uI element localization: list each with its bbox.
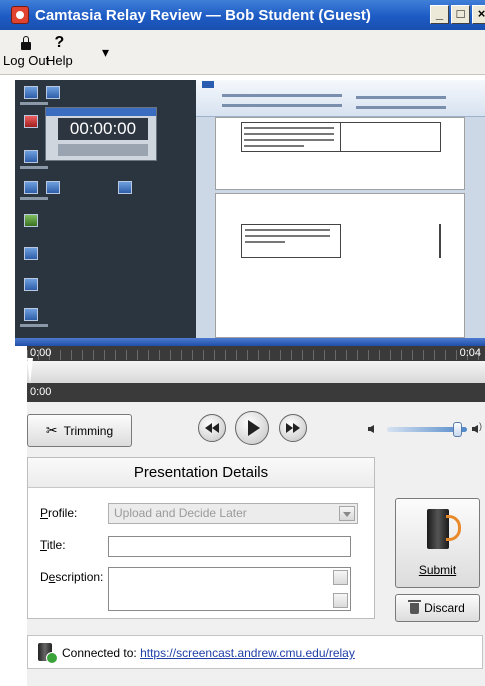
- document-page: [215, 193, 465, 338]
- trimming-label: Trimming: [63, 423, 114, 438]
- discard-label: Discard: [424, 601, 465, 615]
- submit-label: Submit: [418, 563, 457, 577]
- desktop-icon: [24, 214, 38, 227]
- desktop-icon: [24, 247, 38, 260]
- app-icon: [11, 6, 29, 24]
- status-bar: Connected to: https://screencast.andrew.…: [27, 635, 483, 669]
- trash-icon: [408, 599, 422, 614]
- help-label: Help: [46, 53, 73, 68]
- fast-forward-button[interactable]: [279, 414, 307, 442]
- video-preview[interactable]: 00:00:00: [15, 80, 485, 346]
- connection-status-icon: [38, 643, 58, 664]
- status-prefix: Connected to:: [62, 646, 141, 660]
- timeline-track[interactable]: [27, 361, 485, 383]
- desktop-icon: [118, 181, 132, 194]
- status-text: Connected to: https://screencast.andrew.…: [62, 646, 355, 660]
- document-ribbon: [196, 80, 485, 117]
- volume-knob[interactable]: [453, 422, 463, 437]
- rewind-icon: [205, 423, 219, 433]
- window-controls: _ □ ×: [430, 5, 485, 24]
- menu-bar: Log Out ? Help ▾: [0, 30, 485, 75]
- desktop-icon: [46, 181, 60, 194]
- play-icon: [248, 420, 260, 436]
- question-mark-icon: ?: [54, 34, 65, 51]
- lock-icon: [3, 34, 49, 53]
- timeline-start-time: 0:00: [30, 347, 52, 359]
- desktop-icon: [24, 278, 38, 291]
- timeline-ruler: [27, 350, 485, 360]
- recorder-time: 00:00:00: [58, 118, 148, 140]
- title-input[interactable]: [108, 536, 351, 557]
- desktop-icon: [24, 115, 38, 128]
- close-button[interactable]: ×: [472, 5, 485, 24]
- presentation-details: Presentation Details Profile: Upload and…: [27, 457, 375, 619]
- desktop-icon: [24, 181, 38, 194]
- description-label: Description:: [40, 570, 104, 584]
- desktop-icon: [24, 86, 38, 99]
- volume-low-icon: [368, 425, 374, 433]
- rewind-button[interactable]: [198, 414, 226, 442]
- taskbar: [15, 338, 485, 346]
- profile-dropdown[interactable]: Upload and Decide Later: [108, 503, 358, 524]
- scissors-icon: ✂: [45, 422, 58, 438]
- trimming-button[interactable]: ✂ Trimming: [27, 414, 132, 447]
- window-title: Camtasia Relay Review — Bob Student (Gue…: [35, 6, 371, 24]
- help-dropdown-icon[interactable]: ▾: [102, 44, 109, 61]
- recorder-widget: 00:00:00: [45, 107, 157, 161]
- volume-high-icon: [472, 425, 478, 433]
- title-label: Title:: [40, 538, 66, 552]
- document-window: [196, 80, 485, 346]
- chevron-down-icon[interactable]: [339, 506, 355, 521]
- details-header: Presentation Details: [28, 458, 374, 488]
- server-upload-icon: [426, 509, 461, 549]
- timeline-end-time: 0:04: [459, 347, 481, 359]
- logout-label: Log Out: [3, 53, 50, 68]
- help-menu-item[interactable]: ? Help: [46, 34, 73, 68]
- play-button[interactable]: [235, 411, 269, 445]
- logout-menu-item[interactable]: Log Out: [3, 34, 49, 68]
- control-panel: ✂ Trimming ) Presentation Details Profil…: [27, 402, 485, 686]
- desktop-icon: [24, 308, 38, 321]
- timeline[interactable]: 0:00 0:04 0:00: [27, 346, 485, 402]
- profile-label: Profile:: [40, 506, 78, 520]
- submit-button[interactable]: Submit: [395, 498, 480, 588]
- scroll-down-button[interactable]: [333, 593, 348, 608]
- scroll-up-button[interactable]: [333, 570, 348, 585]
- desktop-icon: [24, 150, 38, 163]
- description-textarea[interactable]: [108, 567, 351, 611]
- server-link[interactable]: https://screencast.andrew.cmu.edu/relay: [140, 646, 355, 660]
- minimize-button[interactable]: _: [430, 5, 449, 24]
- discard-button[interactable]: Discard: [395, 594, 480, 622]
- fast-forward-icon: [286, 423, 300, 433]
- profile-value: Upload and Decide Later: [114, 506, 247, 520]
- document-page: [215, 117, 465, 190]
- current-time: 0:00: [30, 386, 52, 398]
- desktop-icon: [46, 86, 60, 99]
- maximize-button[interactable]: □: [451, 5, 470, 24]
- title-bar[interactable]: Camtasia Relay Review — Bob Student (Gue…: [0, 0, 485, 30]
